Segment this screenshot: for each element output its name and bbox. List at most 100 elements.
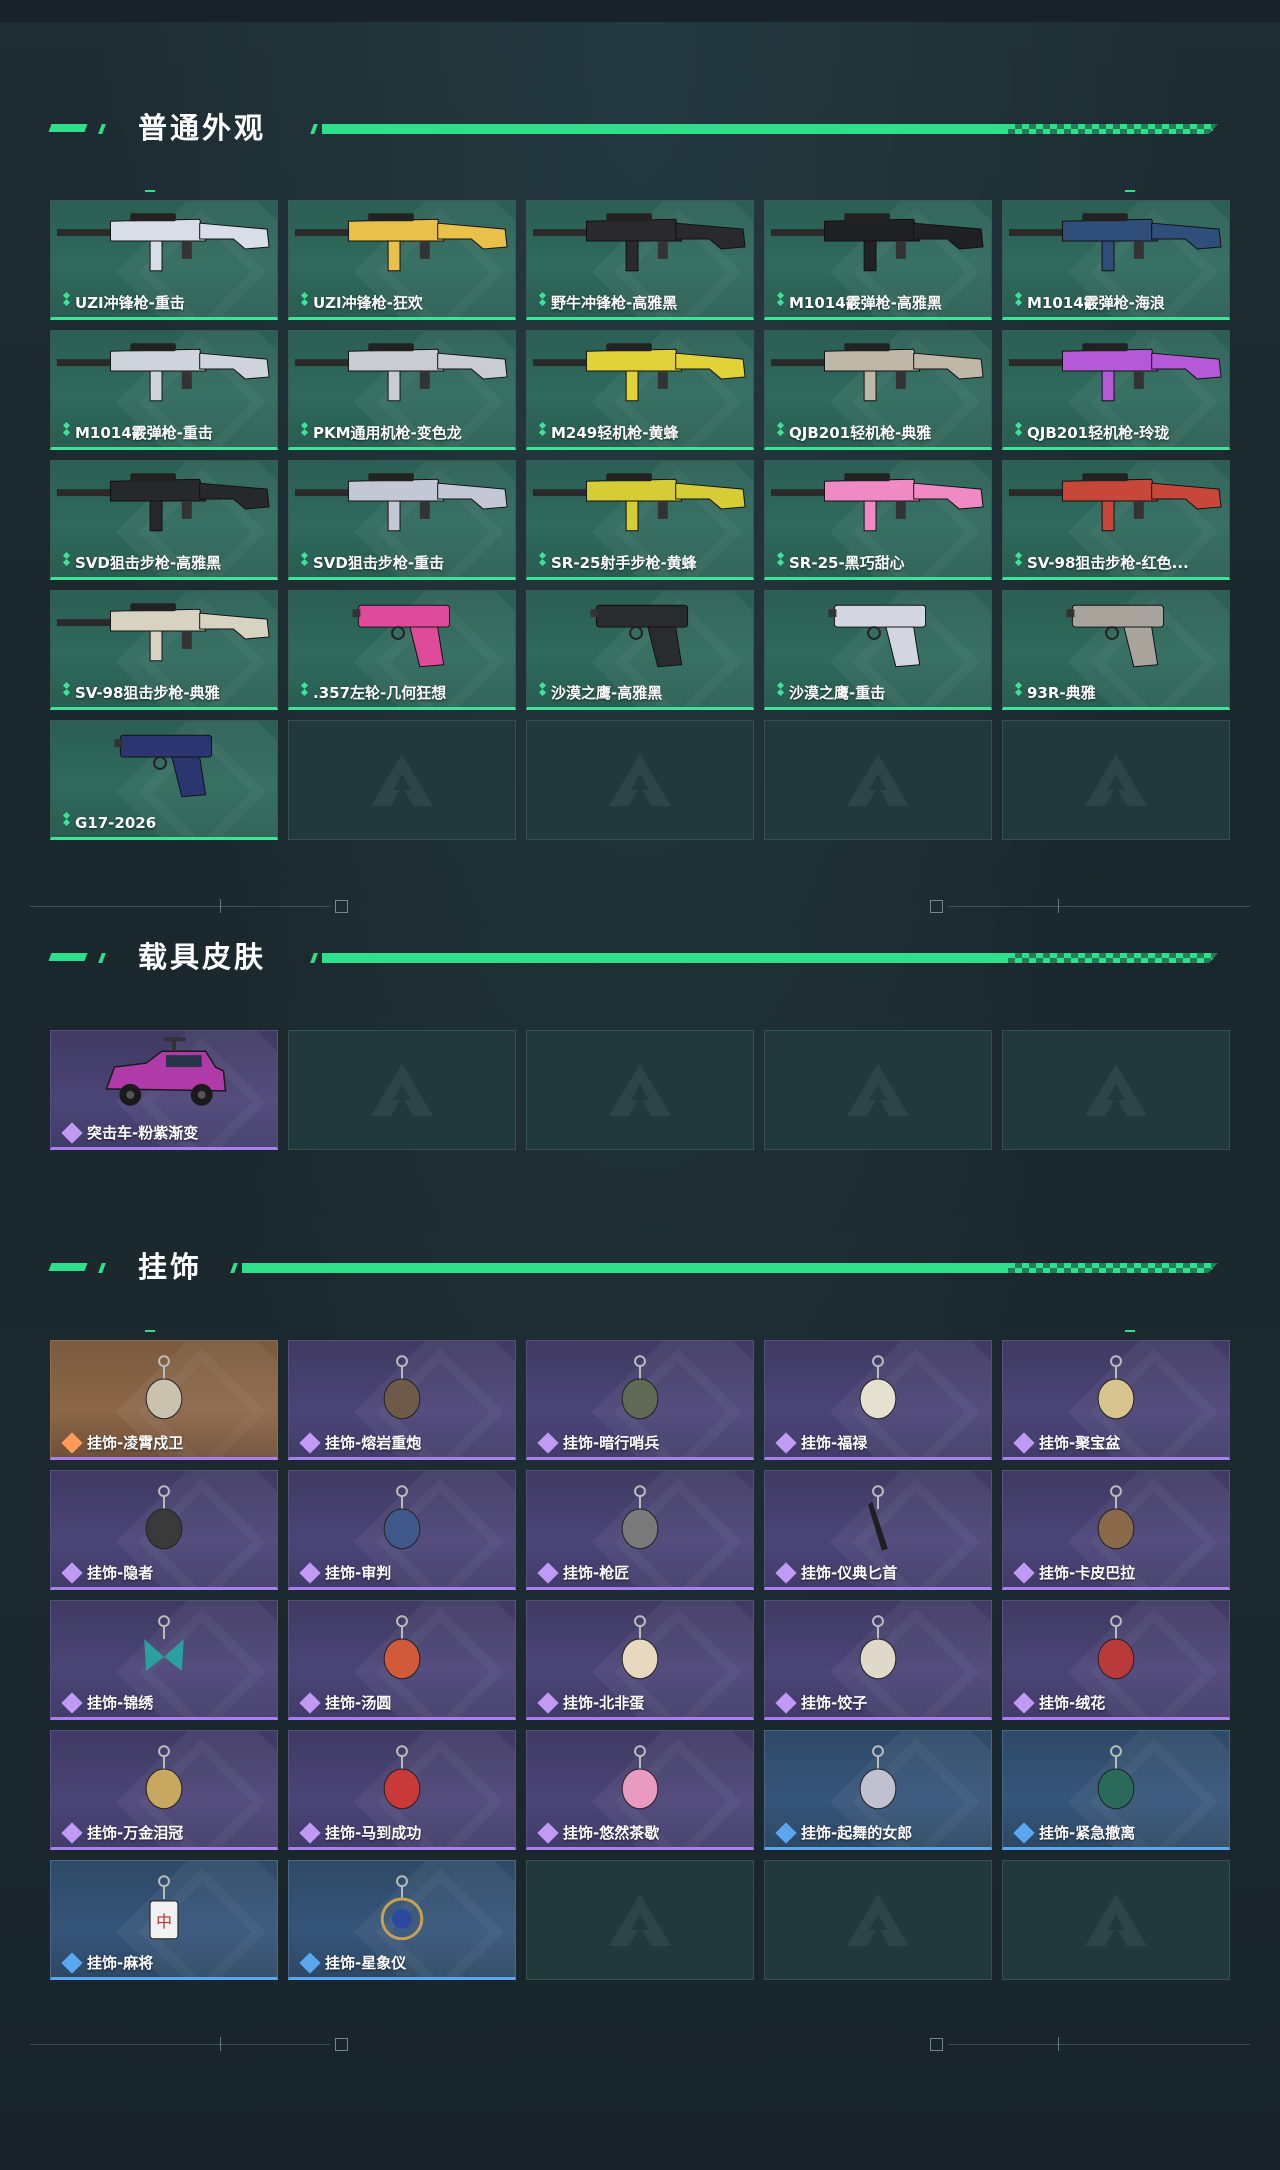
item-name: 挂饰-紧急撤离 bbox=[1039, 1824, 1136, 1842]
item-card[interactable]: 突击车-粉紫渐变 bbox=[50, 1030, 278, 1150]
item-card[interactable]: 挂饰-饺子 bbox=[764, 1600, 992, 1720]
item-card[interactable]: 挂饰-北非蛋 bbox=[526, 1600, 754, 1720]
item-card[interactable]: 挂饰-审判 bbox=[288, 1470, 516, 1590]
item-name: 挂饰-卡皮巴拉 bbox=[1039, 1564, 1136, 1582]
item-card[interactable]: M1014霰弹枪-重击 bbox=[50, 330, 278, 450]
item-card[interactable]: 挂饰-紧急撤离 bbox=[1002, 1730, 1230, 1850]
item-name: SVD狙击步枪-重击 bbox=[313, 554, 445, 572]
item-card[interactable]: SV-98狙击步枪-红色... bbox=[1002, 460, 1230, 580]
item-card[interactable]: QJB201轻机枪-典雅 bbox=[764, 330, 992, 450]
shotgun-icon bbox=[765, 201, 991, 287]
item-card[interactable]: 野牛冲锋枪-高雅黑 bbox=[526, 200, 754, 320]
item-card[interactable]: 挂饰-汤圆 bbox=[288, 1600, 516, 1720]
item-label: 挂饰-隐者 bbox=[61, 1561, 153, 1584]
item-card[interactable]: QJB201轻机枪-玲珑 bbox=[1002, 330, 1230, 450]
item-card[interactable]: 挂饰-凌霄戍卫 bbox=[50, 1340, 278, 1460]
rarity-icon bbox=[776, 421, 784, 443]
item-card[interactable]: 挂饰-悠然茶歇 bbox=[526, 1730, 754, 1850]
header-checker bbox=[1008, 1261, 1218, 1275]
item-card[interactable]: SVD狙击步枪-高雅黑 bbox=[50, 460, 278, 580]
item-name: 挂饰-麻将 bbox=[87, 1954, 154, 1972]
item-name: 挂饰-聚宝盆 bbox=[1039, 1434, 1121, 1452]
item-card[interactable]: 挂饰-枪匠 bbox=[526, 1470, 754, 1590]
placeholder-logo-icon bbox=[843, 750, 913, 810]
item-card[interactable]: M249轻机枪-黄蜂 bbox=[526, 330, 754, 450]
corner-mark bbox=[145, 190, 155, 192]
item-card[interactable]: SVD狙击步枪-重击 bbox=[288, 460, 516, 580]
item-card[interactable]: 挂饰-万金泪冠 bbox=[50, 1730, 278, 1850]
rarity-icon bbox=[300, 421, 308, 443]
item-label: UZI冲锋枪-重击 bbox=[62, 291, 185, 313]
item-name: 挂饰-汤圆 bbox=[325, 1694, 392, 1712]
item-card[interactable]: 挂饰-熔岩重炮 bbox=[288, 1340, 516, 1460]
rarity-icon bbox=[300, 291, 308, 313]
rarity-icon bbox=[62, 811, 70, 833]
vehicles-grid: 突击车-粉紫渐变 bbox=[50, 1030, 1230, 1150]
marksman-rifle-icon bbox=[527, 461, 753, 547]
item-card[interactable]: .357左轮-几何狂想 bbox=[288, 590, 516, 710]
item-card[interactable]: 挂饰-星象仪 bbox=[288, 1860, 516, 1980]
item-label: 挂饰-饺子 bbox=[775, 1691, 867, 1714]
item-name: M1014霰弹枪-高雅黑 bbox=[789, 294, 942, 312]
empty-slot bbox=[526, 720, 754, 840]
item-card[interactable]: G17-2026 bbox=[50, 720, 278, 840]
rarity-icon bbox=[1014, 551, 1022, 573]
rarity-icon bbox=[538, 551, 546, 573]
charm-icon bbox=[289, 1471, 515, 1557]
rarity-icon bbox=[299, 1431, 321, 1454]
rarity-icon bbox=[775, 1431, 797, 1454]
item-name: PKM通用机枪-变色龙 bbox=[313, 424, 462, 442]
item-card[interactable]: 挂饰-暗行哨兵 bbox=[526, 1340, 754, 1460]
rarity-icon bbox=[299, 1561, 321, 1584]
sniper-rifle-icon bbox=[51, 591, 277, 677]
placeholder-logo-icon bbox=[1081, 1890, 1151, 1950]
item-label: PKM通用机枪-变色龙 bbox=[300, 421, 462, 443]
item-card[interactable]: 挂饰-马到成功 bbox=[288, 1730, 516, 1850]
item-label: 挂饰-星象仪 bbox=[299, 1951, 406, 1974]
item-card[interactable]: UZI冲锋枪-狂欢 bbox=[288, 200, 516, 320]
top-bar bbox=[0, 0, 1280, 22]
item-card[interactable]: 挂饰-仪典匕首 bbox=[764, 1470, 992, 1590]
item-card[interactable]: 挂饰-起舞的女郎 bbox=[764, 1730, 992, 1850]
rarity-icon bbox=[776, 291, 784, 313]
machine-gun-icon bbox=[1003, 331, 1229, 417]
item-card[interactable]: 93R-典雅 bbox=[1002, 590, 1230, 710]
rarity-icon bbox=[538, 681, 546, 703]
item-name: SR-25射手步枪-黄蜂 bbox=[551, 554, 697, 572]
item-label: M1014霰弹枪-高雅黑 bbox=[776, 291, 942, 313]
section-header-weapons: 普通外观 bbox=[48, 108, 1230, 148]
item-label: M249轻机枪-黄蜂 bbox=[538, 421, 679, 443]
placeholder-logo-icon bbox=[605, 1890, 675, 1950]
item-card[interactable]: PKM通用机枪-变色龙 bbox=[288, 330, 516, 450]
item-name: M249轻机枪-黄蜂 bbox=[551, 424, 679, 442]
header-checker bbox=[1008, 951, 1218, 965]
item-card[interactable]: 中挂饰-麻将 bbox=[50, 1860, 278, 1980]
item-label: 挂饰-审判 bbox=[299, 1561, 391, 1584]
placeholder-logo-icon bbox=[1081, 750, 1151, 810]
rarity-icon bbox=[61, 1431, 83, 1454]
item-card[interactable]: SR-25-黑巧甜心 bbox=[764, 460, 992, 580]
item-card[interactable]: 挂饰-福禄 bbox=[764, 1340, 992, 1460]
sniper-rifle-icon bbox=[51, 461, 277, 547]
weapons-grid: UZI冲锋枪-重击 UZI冲锋枪-狂欢 野牛冲锋枪-高雅黑 M1014霰弹枪-高雅黑 M… bbox=[50, 200, 1230, 840]
item-name: 挂饰-起舞的女郎 bbox=[801, 1824, 913, 1842]
item-card[interactable]: M1014霰弹枪-高雅黑 bbox=[764, 200, 992, 320]
item-card[interactable]: M1014霰弹枪-海浪 bbox=[1002, 200, 1230, 320]
item-card[interactable]: 挂饰-隐者 bbox=[50, 1470, 278, 1590]
item-label: SR-25-黑巧甜心 bbox=[776, 551, 905, 573]
item-card[interactable]: 沙漠之鹰-重击 bbox=[764, 590, 992, 710]
item-card[interactable]: 挂饰-聚宝盆 bbox=[1002, 1340, 1230, 1460]
item-card[interactable]: 挂饰-卡皮巴拉 bbox=[1002, 1470, 1230, 1590]
item-label: 挂饰-锦绣 bbox=[61, 1691, 153, 1714]
item-label: SV-98狙击步枪-典雅 bbox=[62, 681, 220, 703]
item-card[interactable]: SR-25射手步枪-黄蜂 bbox=[526, 460, 754, 580]
dagger-charm-icon bbox=[765, 1471, 991, 1557]
item-card[interactable]: SV-98狙击步枪-典雅 bbox=[50, 590, 278, 710]
item-card[interactable]: UZI冲锋枪-重击 bbox=[50, 200, 278, 320]
item-label: UZI冲锋枪-狂欢 bbox=[300, 291, 423, 313]
rarity-icon bbox=[61, 1691, 83, 1714]
item-card[interactable]: 挂饰-锦绣 bbox=[50, 1600, 278, 1720]
item-card[interactable]: 沙漠之鹰-高雅黑 bbox=[526, 590, 754, 710]
item-card[interactable]: 挂饰-绒花 bbox=[1002, 1600, 1230, 1720]
header-accent bbox=[48, 1263, 88, 1271]
